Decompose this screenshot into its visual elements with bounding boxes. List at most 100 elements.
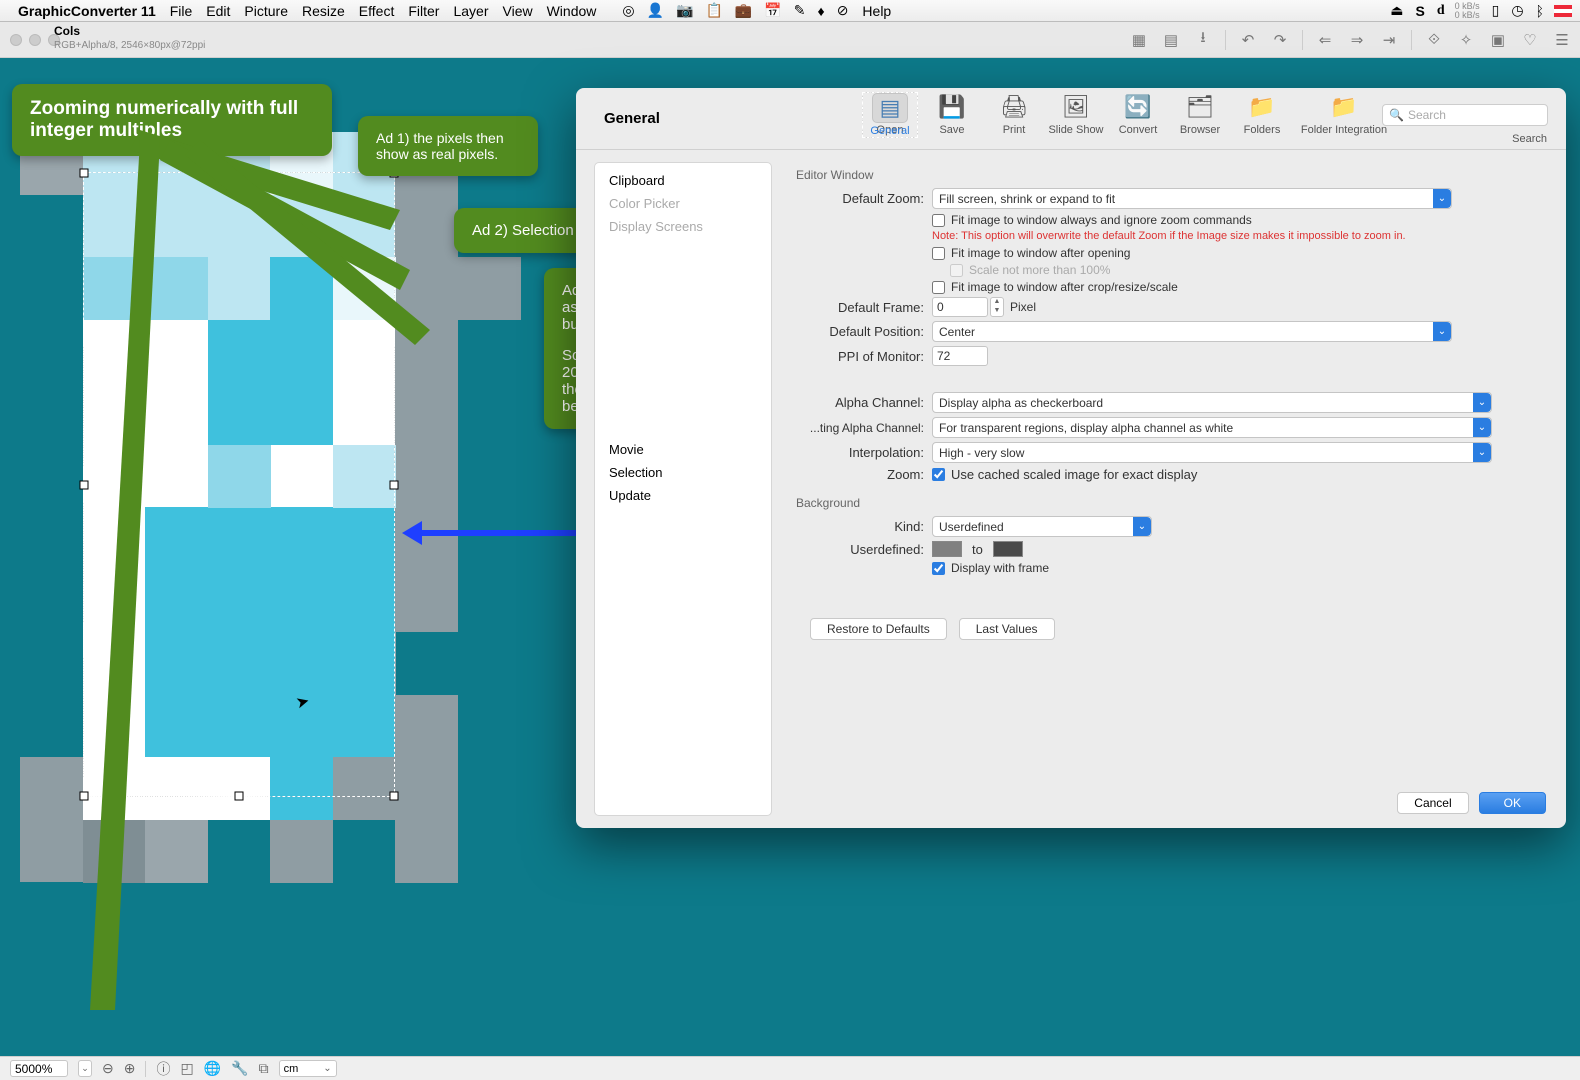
menu-layer[interactable]: Layer <box>453 3 488 19</box>
unit-select[interactable]: cm <box>279 1060 337 1077</box>
ppi-input[interactable]: 72 <box>932 346 988 366</box>
zoom-field[interactable]: 5000% <box>10 1060 68 1077</box>
swatch-from[interactable] <box>932 541 962 557</box>
userdefined-label: Userdefined: <box>800 542 924 557</box>
nav-end-icon[interactable]: ⇥ <box>1379 30 1399 50</box>
prefs-title: General <box>604 110 660 127</box>
last-values-button[interactable]: Last Values <box>959 618 1055 640</box>
chevron-down-icon: ⌄ <box>1433 189 1451 208</box>
image-icon[interactable]: ▣ <box>1488 30 1508 50</box>
fit-after-open-checkbox[interactable] <box>932 247 945 260</box>
clock-icon[interactable]: ◷ <box>1511 2 1523 19</box>
clipboard-icon[interactable]: 📋 <box>705 2 722 19</box>
camera-icon[interactable]: 📷 <box>676 2 693 19</box>
copy-icon[interactable]: ⧉ <box>259 1060 269 1077</box>
letter-d-icon[interactable]: d <box>1437 3 1445 19</box>
tab-general[interactable]: ▤General <box>862 92 918 138</box>
sidebar-item-colorpicker[interactable]: Color Picker <box>595 192 771 215</box>
zoom-cache-checkbox[interactable] <box>932 468 945 481</box>
restore-defaults-button[interactable]: Restore to Defaults <box>810 618 947 640</box>
finder-icon: 📁 <box>1326 92 1362 122</box>
undo-icon[interactable]: ↶ <box>1238 30 1258 50</box>
zoom-out-icon[interactable]: ⊖ <box>102 1060 114 1077</box>
menu-filter[interactable]: Filter <box>408 3 439 19</box>
target-icon[interactable]: ◎ <box>622 2 634 19</box>
traffic-lights[interactable] <box>10 34 60 46</box>
nav-fwd-icon[interactable]: ⇒ <box>1347 30 1367 50</box>
bulb-icon[interactable]: ♡ <box>1520 30 1540 50</box>
globe-icon[interactable]: 🌐 <box>204 1060 221 1077</box>
kind-select[interactable]: Userdefined⌄ <box>932 516 1152 537</box>
interp-select[interactable]: High - very slow⌄ <box>932 442 1492 463</box>
panel2-icon[interactable]: ▤ <box>1161 30 1181 50</box>
redo-icon[interactable]: ↷ <box>1270 30 1290 50</box>
menu-effect[interactable]: Effect <box>359 3 395 19</box>
cloud-icon[interactable]: ⏏ <box>1390 2 1403 19</box>
default-position-select[interactable]: Center⌄ <box>932 321 1452 342</box>
ok-button[interactable]: OK <box>1479 792 1546 814</box>
document-title: Cols <box>54 24 80 38</box>
prefs-search-input[interactable]: 🔍 Search Search <box>1382 104 1548 126</box>
default-frame-stepper[interactable]: ▲▼ <box>990 297 1004 317</box>
tab-slideshow[interactable]: 🖼Slide Show <box>1048 92 1104 136</box>
info-icon[interactable]: ⓘ <box>156 1059 170 1079</box>
zoom-note: Note: This option will overwrite the def… <box>932 230 1548 242</box>
panel-icon[interactable]: ▦ <box>1129 30 1149 50</box>
nosign-icon[interactable]: ⊘ <box>837 2 849 19</box>
nav-back-icon[interactable]: ⇐ <box>1315 30 1335 50</box>
browser-icon: 🗂 <box>1182 92 1218 122</box>
editing-alpha-select[interactable]: For transparent regions, display alpha c… <box>932 417 1492 438</box>
zoom-dropdown-button[interactable]: ⌄ <box>78 1060 92 1077</box>
sidebar-item-selection[interactable]: Selection <box>595 461 771 484</box>
menu-window[interactable]: Window <box>547 3 597 19</box>
alpha-select[interactable]: Display alpha as checkerboard⌄ <box>932 392 1492 413</box>
fit-always-label: Fit image to window always and ignore zo… <box>951 213 1252 227</box>
app-name[interactable]: GraphicConverter 11 <box>18 3 156 19</box>
prefs-sidebar[interactable]: Clipboard Color Picker Display Screens M… <box>594 162 772 816</box>
menu-help[interactable]: Help <box>862 3 891 19</box>
letter-s-icon[interactable]: S <box>1416 3 1425 19</box>
tab-print[interactable]: 🖨Print <box>986 92 1042 136</box>
menu-resize[interactable]: Resize <box>302 3 345 19</box>
user-icon[interactable]: 👤 <box>647 2 664 19</box>
default-zoom-select[interactable]: Fill screen, shrink or expand to fit⌄ <box>932 188 1452 209</box>
sidebar-item-display[interactable]: Display Screens <box>595 215 771 238</box>
chevron-down-icon: ⌄ <box>1433 322 1451 341</box>
fx-icon[interactable]: ✧ <box>1456 30 1476 50</box>
menu-edit[interactable]: Edit <box>206 3 230 19</box>
wand-icon[interactable]: ✎ <box>794 2 806 19</box>
sidebar-item-clipboard[interactable]: Clipboard <box>595 169 771 192</box>
sidebar-item-movie[interactable]: Movie <box>595 438 771 461</box>
cancel-button[interactable]: Cancel <box>1397 792 1468 814</box>
default-frame-input[interactable]: 0 <box>932 297 988 317</box>
crop-icon[interactable]: ◰ <box>180 1060 193 1077</box>
fit-after-crop-checkbox[interactable] <box>932 281 945 294</box>
calendar-icon[interactable]: 📅 <box>764 2 781 19</box>
menu-file[interactable]: File <box>170 3 193 19</box>
display-frame-checkbox[interactable] <box>932 562 945 575</box>
battery-icon[interactable]: ▯ <box>1492 2 1500 19</box>
flag-austria-icon[interactable] <box>1554 5 1572 17</box>
adjust-icon[interactable]: ⟐ <box>1424 30 1444 50</box>
display-frame-label: Display with frame <box>951 561 1049 575</box>
interp-label: Interpolation: <box>800 445 924 460</box>
swatch-to[interactable] <box>993 541 1023 557</box>
tab-folders[interactable]: 📁Folders <box>1234 92 1290 136</box>
tab-browser[interactable]: 🗂Browser <box>1172 92 1228 136</box>
menu-picture[interactable]: Picture <box>244 3 288 19</box>
diamond-icon[interactable]: ♦ <box>818 3 825 19</box>
tab-finder-integration[interactable]: 📁Folder Integration <box>1296 92 1392 136</box>
briefcase-icon[interactable]: 💼 <box>735 2 752 19</box>
bluetooth-icon[interactable]: ᛒ <box>1536 3 1544 19</box>
fit-always-checkbox[interactable] <box>932 214 945 227</box>
wrench-icon[interactable]: 🔧 <box>231 1060 248 1077</box>
tab-save[interactable]: 💾Save <box>924 92 980 136</box>
menu-view[interactable]: View <box>503 3 533 19</box>
drawer-icon[interactable]: ☰ <box>1552 30 1572 50</box>
sidebar-item-update[interactable]: Update <box>595 484 771 507</box>
zoom-in-icon[interactable]: ⊕ <box>124 1060 136 1077</box>
tab-convert[interactable]: 🔄Convert <box>1110 92 1166 136</box>
selection-marquee[interactable] <box>83 172 395 797</box>
download-icon[interactable]: ⭳ <box>1193 30 1213 50</box>
window-titlebar: Cols RGB+Alpha/8, 2546×80px@72ppi ▦ ▤ ⭳ … <box>0 22 1580 58</box>
